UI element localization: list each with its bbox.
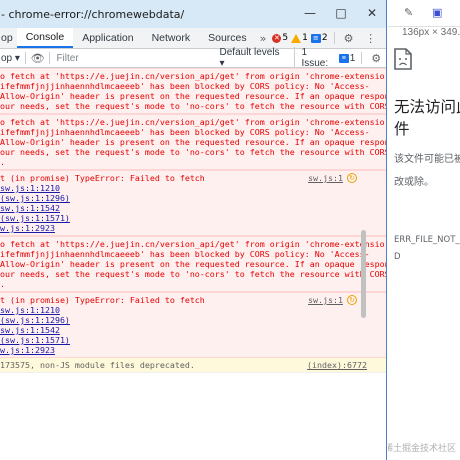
tab-console[interactable]: Console — [16, 28, 74, 48]
console-settings-gear-icon[interactable]: ⚙ — [365, 52, 386, 65]
console-info-message[interactable]: 173575, non-JS module files deprecated.(… — [0, 358, 386, 373]
error-description: 该文件可能已被至别处、修改或除。 — [394, 154, 460, 188]
stack-frame-link[interactable]: w.js:1:2923 — [0, 345, 386, 355]
devtools-window: - chrome-error://chromewebdata/ — □ ✕ op… — [0, 0, 387, 460]
console-output: o fetch at 'https://e.juejin.cn/version_… — [0, 68, 387, 460]
stack-frame-link[interactable]: (sw.js:1:1296) — [0, 315, 386, 325]
sad-file-icon — [394, 48, 412, 70]
browser-page: ✎ ▣ 136px × 349. 无法访问此的文件 该文件可能已被至别处、修改或… — [388, 0, 460, 460]
stack-frame-link[interactable]: sw.js:1:1542 — [0, 203, 386, 213]
error-icon: ✕ — [272, 33, 282, 43]
divider — [24, 52, 26, 64]
edit-icon[interactable]: ✎ — [404, 6, 413, 19]
message-icon: ≡ — [338, 53, 349, 63]
message-line: ifefmmfjnjjinhaennhdlmcaeeeb' has been b… — [0, 81, 370, 91]
message-line: Allow-Origin' header is present on the r… — [0, 137, 387, 147]
error-code: ERR_FILE_NOT_FO D — [394, 235, 460, 262]
console-toolbar: op ▾ 👁 Filter Default levels ▾ 1 Issue: … — [0, 47, 386, 69]
kebab-menu-icon[interactable]: ⋮ — [360, 28, 382, 48]
issue-badges[interactable]: ✕ 5 1 ≡ 2 — [272, 28, 330, 48]
message-line: o fetch at 'https://e.juejin.cn/version_… — [0, 239, 385, 249]
message-line: our needs, set the request's mode to 'no… — [0, 269, 387, 279]
source-link[interactable]: (index):6772 — [307, 360, 367, 370]
divider — [49, 52, 51, 64]
error-badge: ✕ 5 — [272, 33, 289, 43]
scrollbar-thumb[interactable] — [361, 230, 366, 318]
stack-frame-link[interactable]: sw.js:1:1210 — [0, 183, 386, 193]
message-line: ifefmmfjnjjinhaennhdlmcaeeeb' has been b… — [0, 127, 370, 137]
extension-icon[interactable]: ▣ — [432, 6, 442, 19]
stack-frame-link[interactable]: w.js:1:2923 — [0, 223, 386, 233]
log-levels-dropdown[interactable]: Default levels ▾ — [220, 47, 287, 69]
close-icon[interactable]: ✕ — [362, 4, 382, 22]
info-badge: ≡ 2 — [310, 33, 328, 43]
tab-op[interactable]: op — [0, 28, 17, 48]
window-title: - chrome-error://chromewebdata/ — [1, 7, 185, 21]
console-error-message[interactable]: t (in promise) TypeError: Failed to fetc… — [0, 170, 386, 236]
divider — [361, 52, 363, 64]
message-line: our needs, set the request's mode to 'no… — [0, 101, 387, 111]
browser-toolbar: ✎ ▣ — [388, 0, 460, 27]
minimize-icon[interactable]: — — [300, 4, 320, 22]
tab-sources[interactable]: Sources — [199, 28, 256, 48]
tab-network[interactable]: Network — [143, 28, 200, 48]
stack-frame-link[interactable]: sw.js:1:1210 — [0, 305, 386, 315]
console-error-message[interactable]: t (in promise) TypeError: Failed to fetc… — [0, 292, 386, 358]
message-icon: ≡ — [310, 33, 321, 43]
console-error-message[interactable]: o fetch at 'https://e.juejin.cn/version_… — [0, 114, 387, 170]
sourcemap-icon[interactable]: ↻ — [347, 295, 357, 305]
sourcemap-icon[interactable]: ↻ — [347, 173, 357, 183]
source-link[interactable]: sw.js:1 — [308, 173, 343, 183]
watermark: @稀土掘金技术社区 — [388, 444, 456, 454]
viewport-size-label: 136px × 349. — [402, 27, 460, 38]
message-line: o fetch at 'https://e.juejin.cn/version_… — [0, 71, 385, 81]
message-line: o fetch at 'https://e.juejin.cn/version_… — [0, 117, 385, 127]
stack-frame-link[interactable]: sw.js:1:1542 — [0, 325, 386, 335]
console-error-message[interactable]: o fetch at 'https://e.juejin.cn/version_… — [0, 68, 387, 114]
error-heading: 无法访问此的文件 — [394, 98, 460, 138]
stack-frame-link[interactable]: (sw.js:1:1571) — [0, 335, 386, 345]
eye-icon[interactable]: 👁 — [29, 52, 47, 65]
maximize-icon[interactable]: □ — [331, 4, 351, 22]
stack-trace: sw.js:1:1210 (sw.js:1:1296) sw.js:1:1542 (s… — [0, 305, 386, 355]
message-line: ifefmmfjnjjinhaennhdlmcaeeeb' has been b… — [0, 249, 370, 259]
message-line: Allow-Origin' header is present on the r… — [0, 91, 387, 101]
console-error-message[interactable]: o fetch at 'https://e.juejin.cn/version_… — [0, 236, 387, 292]
filter-input[interactable]: Filter — [53, 50, 202, 66]
issues-button[interactable]: 1 Issue: ≡ 1 — [294, 47, 355, 69]
context-selector[interactable]: op ▾ — [0, 53, 22, 64]
message-line: . — [0, 157, 5, 167]
title-bar: - chrome-error://chromewebdata/ — □ ✕ — [0, 0, 386, 28]
more-tabs-icon[interactable]: » — [256, 28, 271, 48]
devtools-tabbar: op Console Application Network Sources »… — [0, 28, 386, 49]
message-line: our needs, set the request's mode to 'no… — [0, 147, 387, 157]
gear-icon[interactable]: ⚙ — [338, 28, 360, 48]
warning-badge: 1 — [291, 33, 308, 43]
tab-application[interactable]: Application — [73, 28, 142, 48]
source-link[interactable]: sw.js:1 — [308, 295, 343, 305]
stack-trace: sw.js:1:1210 (sw.js:1:1296) sw.js:1:1542 (s… — [0, 183, 386, 233]
divider — [333, 32, 335, 44]
stack-frame-link[interactable]: (sw.js:1:1296) — [0, 193, 386, 203]
message-line: . — [0, 279, 5, 289]
message-line: Allow-Origin' header is present on the r… — [0, 259, 387, 269]
warning-icon — [291, 33, 302, 43]
stack-frame-link[interactable]: (sw.js:1:1571) — [0, 213, 386, 223]
